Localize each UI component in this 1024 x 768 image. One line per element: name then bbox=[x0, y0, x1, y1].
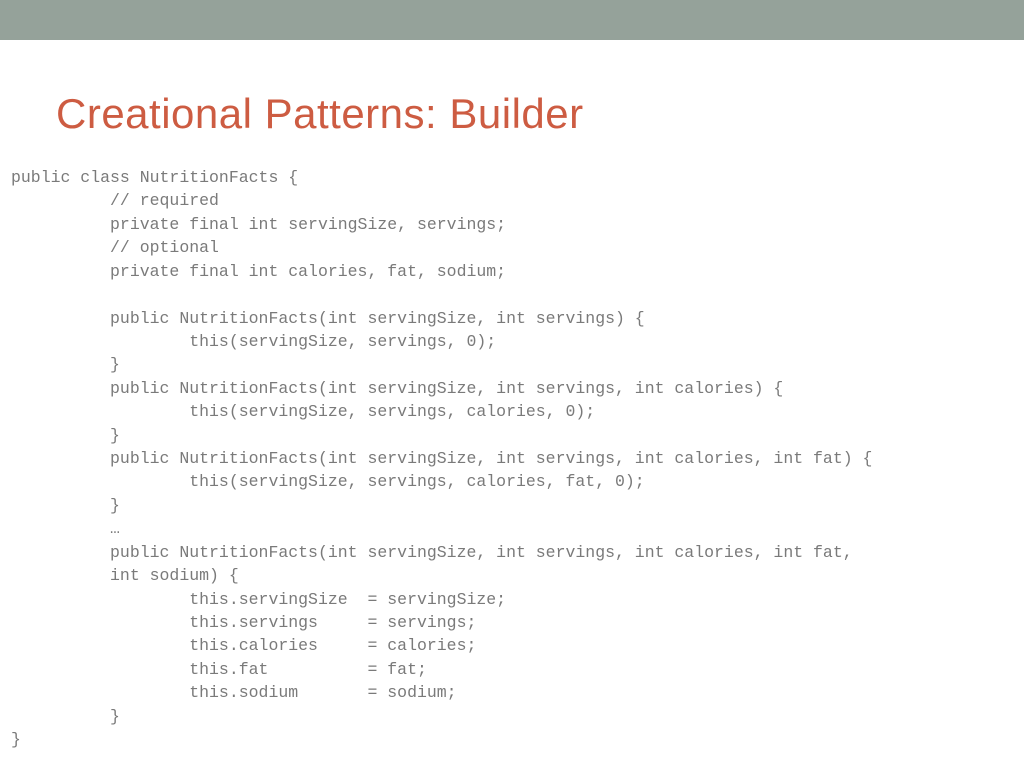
slide-title: Creational Patterns: Builder bbox=[56, 90, 1024, 138]
slide-content: Creational Patterns: Builder public clas… bbox=[0, 40, 1024, 752]
code-block: public class NutritionFacts { // require… bbox=[11, 166, 1024, 752]
top-accent-bar bbox=[0, 0, 1024, 40]
